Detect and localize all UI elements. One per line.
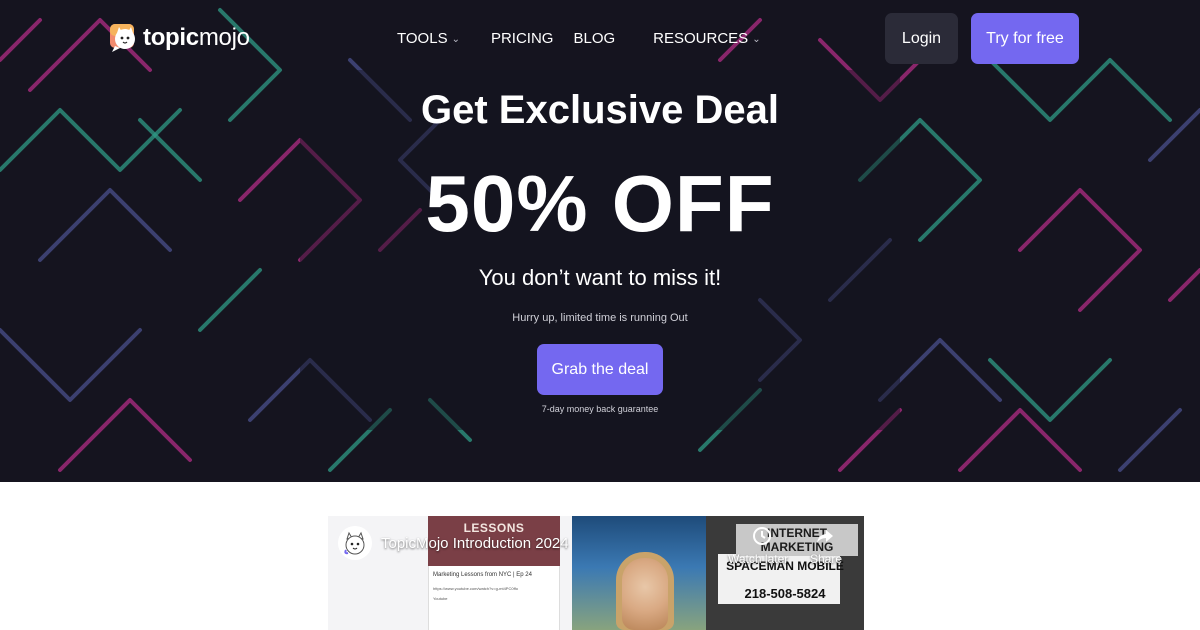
channel-avatar[interactable] (338, 526, 372, 560)
discount-headline: 50% OFF (425, 159, 775, 248)
try-for-free-button[interactable]: Try for free (971, 13, 1079, 64)
grab-deal-button[interactable]: Grab the deal (537, 344, 663, 395)
lessons-text: LESSONS (463, 521, 525, 535)
neon-line (0, 328, 142, 402)
nav-item-label: PRICING (490, 30, 554, 47)
nav-item-label: BLOG (573, 30, 616, 47)
brand-logo[interactable]: topicmojo (108, 22, 250, 54)
nav-item-blog[interactable]: BLOG (573, 30, 615, 47)
guarantee-text: 7-day money back guarantee (541, 404, 659, 414)
share-label[interactable]: Share (810, 552, 842, 566)
brand-wordmark: topicmojo (143, 24, 250, 52)
share-arrow-icon[interactable] (815, 526, 835, 546)
video-card-title: Marketing Lessons from NYC | Ep 24 (433, 572, 532, 578)
video-embed[interactable]: LESSONS Marketing Lessons from NYC | Ep … (328, 516, 864, 630)
nav-item-pricing[interactable]: PRICING (491, 30, 554, 47)
hero-subheading: You don’t want to miss it! (478, 265, 722, 290)
hero-section: topicmojo TOOLS ⌄ PRICING BLOG RESOURCES… (0, 0, 1200, 482)
brand-name-light: mojo (198, 24, 250, 51)
cat-mascot-icon (110, 24, 135, 52)
video-card-url: https://www.youtube.com/watch?v=g-mt4PC0… (433, 586, 518, 591)
neon-line (958, 408, 1082, 472)
brand-name-bold: topic (143, 24, 199, 51)
nav-item-resources[interactable]: RESOURCES ⌄ (653, 30, 760, 47)
sign-phone-text: 218-508-5824 (744, 586, 826, 601)
neon-line (0, 18, 42, 62)
video-title[interactable]: TopicMojo Introduction 2024 (381, 535, 569, 552)
nav-item-label: TOOLS (397, 30, 448, 47)
login-button[interactable]: Login (885, 13, 958, 64)
nav-item-tools[interactable]: TOOLS ⌄ (397, 30, 460, 47)
watch-later-label[interactable]: Watch later (728, 552, 788, 566)
neon-line (1118, 408, 1182, 472)
hero-heading: Get Exclusive Deal (421, 88, 779, 132)
video-card-source: Youtube (433, 596, 448, 601)
chevron-down-icon: ⌄ (752, 34, 761, 45)
clock-icon[interactable] (752, 526, 772, 546)
main-nav: TOOLS ⌄ PRICING BLOG RESOURCES ⌄ (397, 30, 761, 47)
urgency-text: Hurry up, limited time is running Out (512, 312, 688, 324)
person-face (622, 558, 668, 630)
chevron-down-icon: ⌄ (451, 34, 460, 45)
nav-item-label: RESOURCES (653, 30, 749, 47)
